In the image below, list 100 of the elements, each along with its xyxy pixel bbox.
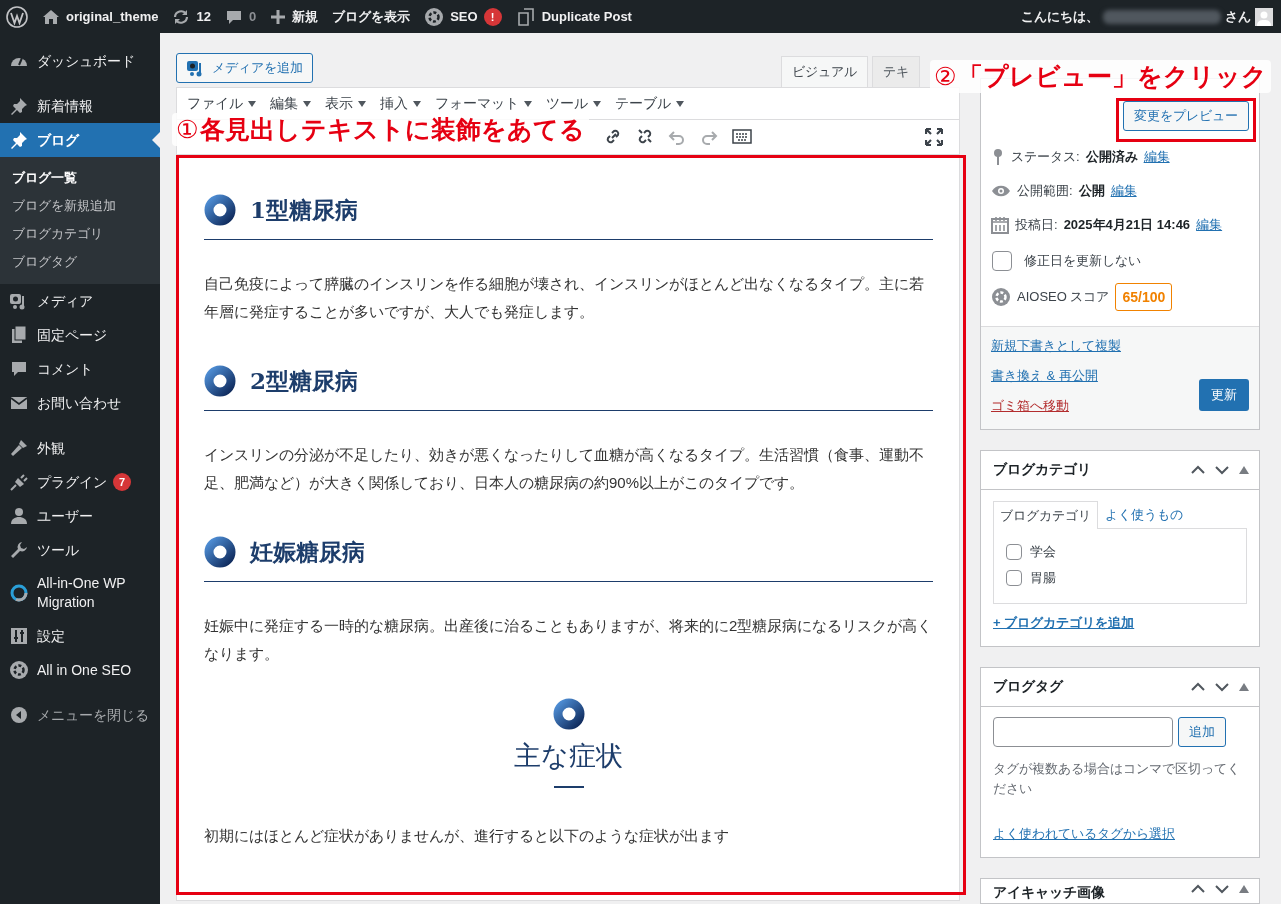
preview-button[interactable]: 変更をプレビュー [1123,101,1249,131]
menu-item[interactable]: フォーマット [435,94,532,113]
refresh-icon [172,7,191,26]
site-name-link[interactable]: original_theme [66,9,159,24]
category-tab[interactable]: よく使うもの [1098,500,1190,528]
action-link[interactable]: 新規下書きとして複製 [991,337,1121,355]
comments-count[interactable]: 0 [248,9,257,24]
field-value: 公開 [1078,182,1105,200]
menu-item[interactable]: 固定ページ [0,318,160,352]
menu-item[interactable]: ブログ [0,123,160,157]
plug-icon [9,472,29,492]
wrench-icon [9,540,29,560]
menu-item[interactable]: ファイル [187,94,256,113]
category-label: 学会 [1030,543,1056,561]
brush-icon [9,438,29,458]
updates-count[interactable]: 12 [196,9,211,24]
menu-item[interactable]: All in One SEO [0,653,160,687]
annotation-label: ①各見出しテキストに装飾をあてる [172,113,590,146]
checkbox-label: 修正日を更新しない [1024,252,1141,270]
chevron-down-icon[interactable] [1215,465,1229,475]
pin-icon [9,96,29,116]
collapse-triangle-icon[interactable] [1239,885,1249,893]
edit-link[interactable]: 編集 [1196,216,1223,234]
edit-link[interactable]: 編集 [1143,148,1170,166]
greeting-text[interactable]: こんにちは、 [1021,7,1099,26]
menu-item[interactable]: ダッシュボード [0,44,160,78]
view-blog-link[interactable]: ブログを表示 [332,7,411,26]
ring-icon [204,194,236,226]
pin-icon [9,130,29,150]
caret-icon [248,100,256,107]
field-label: 公開範囲: [1017,182,1073,200]
chevron-down-icon[interactable] [1215,884,1229,894]
menu-item[interactable]: お問い合わせ [0,386,160,420]
collapse-icon [9,705,29,725]
paragraph: 初期にはほとんど症状がありませんが、進行すると以下のような症状が出ます [204,826,730,846]
pages-icon [9,325,29,345]
chevron-up-icon[interactable] [1191,884,1205,894]
menu-item[interactable]: テーブル [615,94,684,113]
seo-menu[interactable]: SEO [450,9,478,24]
popular-tags-link[interactable]: よく使われているタグから選択 [993,826,1175,841]
update-button[interactable]: 更新 [1199,379,1249,411]
caret-icon [303,100,311,107]
new-link[interactable]: 新規 [292,7,319,26]
gear-icon [9,660,29,680]
menu-item[interactable]: プラグイン 7 [0,465,160,499]
menu-item[interactable]: 編集 [270,94,311,113]
add-tag-button[interactable]: 追加 [1178,717,1226,747]
collapse-triangle-icon[interactable] [1239,683,1249,691]
menu-item[interactable]: 設定 [0,619,160,653]
tag-input-field[interactable] [993,717,1173,747]
comment-icon [9,359,29,379]
paragraph: 自己免疫によって膵臓のインスリンを作る細胞が壊され、インスリンがほとんど出なくなるタイプ。主に若年層に発症することが多いですが、大人でも発症します。 [204,274,925,322]
duplicate-post-link[interactable]: Duplicate Post [541,9,632,24]
section-heading: 1型糖尿病 [204,185,933,240]
menu-item[interactable]: 挿入 [380,94,421,113]
greeting-text[interactable]: さん [1225,7,1251,26]
checkbox[interactable] [992,251,1012,271]
edit-link[interactable]: 編集 [1110,182,1137,200]
caret-icon [358,100,366,107]
editor-tab[interactable]: テキ [872,56,920,87]
ring-icon [552,698,585,730]
menu-item[interactable]: 表示 [325,94,366,113]
chevron-down-icon[interactable] [1215,682,1229,692]
submenu-item[interactable]: ブログカテゴリ [0,220,160,248]
menu-item[interactable]: コメント [0,352,160,386]
menu-item[interactable]: 外観 [0,431,160,465]
menu-item[interactable]: メディア [0,284,160,318]
chevron-up-icon[interactable] [1191,682,1205,692]
wordpress-logo-icon[interactable] [6,5,28,28]
checkbox[interactable] [1006,544,1022,560]
chevron-up-icon[interactable] [1191,465,1205,475]
editor-tab[interactable]: ビジュアル [781,56,868,87]
calendar-icon [991,216,1009,234]
keyboard-icon[interactable] [732,127,752,147]
plus-icon [270,8,287,25]
checkbox[interactable] [1006,570,1022,586]
add-category-link[interactable]: + ブログカテゴリを追加 [993,614,1135,632]
menu-item[interactable]: ツール [546,94,601,113]
collapse-menu-button[interactable]: メニューを閉じる [0,698,160,732]
help-text: タグが複数ある場合はコンマで区切ってください [993,760,1241,798]
menu-item[interactable]: All-in-One WP Migration [0,567,160,619]
submenu-item[interactable]: ブログを新規追加 [0,192,160,220]
submenu-item[interactable]: ブログタグ [0,248,160,276]
submenu-item[interactable]: ブログ一覧 [0,164,160,192]
menu-item[interactable]: ツール [0,533,160,567]
collapse-triangle-icon[interactable] [1239,466,1249,474]
notification-badge: ! [483,7,502,26]
avatar-icon[interactable] [1255,7,1273,26]
trash-link[interactable]: ゴミ箱へ移動 [991,397,1121,415]
section-heading: 主な症状 [514,742,623,770]
caret-icon [676,100,684,107]
fullscreen-icon[interactable] [925,128,943,146]
category-tab[interactable]: ブログカテゴリ [993,501,1098,529]
action-link[interactable]: 書き換え & 再公開 [991,367,1121,385]
add-media-button[interactable]: メディアを追加 [176,53,313,83]
menu-item[interactable]: 新着情報 [0,89,160,123]
update-count-badge: 7 [113,473,131,491]
caret-icon [524,100,532,107]
section-heading: 2型糖尿病 [204,356,933,411]
menu-item[interactable]: ユーザー [0,499,160,533]
